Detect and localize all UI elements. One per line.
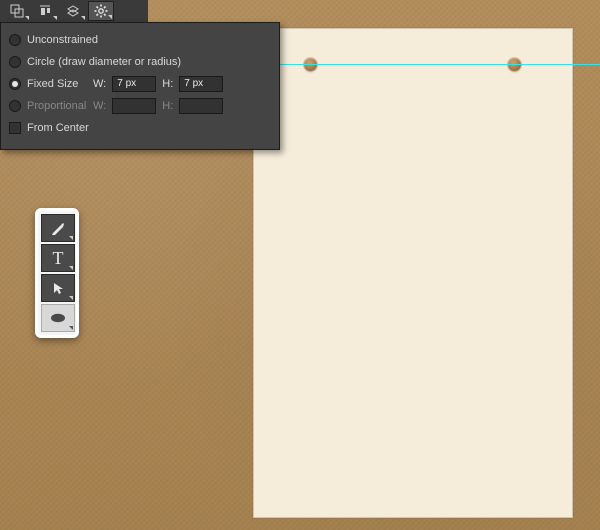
options-bar bbox=[0, 0, 148, 22]
chevron-down-icon bbox=[108, 15, 112, 19]
radio-circle[interactable] bbox=[9, 56, 21, 68]
chevron-down-icon bbox=[25, 16, 29, 20]
arrange-icon[interactable] bbox=[60, 1, 86, 21]
chevron-down-icon bbox=[69, 266, 73, 270]
label-circle: Circle (draw diameter or radius) bbox=[27, 56, 181, 68]
chevron-down-icon bbox=[81, 16, 85, 20]
radio-proportional[interactable] bbox=[9, 100, 21, 112]
chevron-down-icon bbox=[69, 326, 73, 330]
label-from-center: From Center bbox=[27, 122, 89, 134]
prop-width-input[interactable] bbox=[112, 98, 156, 114]
option-from-center[interactable]: From Center bbox=[9, 117, 271, 139]
tool-palette: T bbox=[35, 208, 79, 338]
radio-unconstrained[interactable] bbox=[9, 34, 21, 46]
option-circle[interactable]: Circle (draw diameter or radius) bbox=[9, 51, 271, 73]
path-select-tool[interactable] bbox=[41, 274, 75, 302]
type-icon: T bbox=[53, 249, 64, 267]
chevron-down-icon bbox=[69, 236, 73, 240]
shape-options-panel: Unconstrained Circle (draw diameter or r… bbox=[0, 22, 280, 150]
label-w: W: bbox=[93, 78, 106, 90]
option-proportional[interactable]: Proportional W: H: bbox=[9, 95, 271, 117]
path-ops-icon[interactable] bbox=[4, 1, 30, 21]
label-h: H: bbox=[162, 78, 173, 90]
prop-height-input[interactable] bbox=[179, 98, 223, 114]
ellipse-tool[interactable] bbox=[41, 304, 75, 332]
pen-tool[interactable] bbox=[41, 214, 75, 242]
label-unconstrained: Unconstrained bbox=[27, 34, 98, 46]
align-icon[interactable] bbox=[32, 1, 58, 21]
label-h-dim: H: bbox=[162, 100, 173, 112]
option-fixed-size[interactable]: Fixed Size W: 7 px H: 7 px bbox=[9, 73, 271, 95]
label-w-dim: W: bbox=[93, 100, 106, 112]
type-tool[interactable]: T bbox=[41, 244, 75, 272]
radio-fixed-size[interactable] bbox=[9, 78, 21, 90]
gear-icon[interactable] bbox=[88, 1, 114, 21]
checkbox-from-center[interactable] bbox=[9, 122, 21, 134]
label-fixed-size: Fixed Size bbox=[27, 78, 87, 90]
option-unconstrained[interactable]: Unconstrained bbox=[9, 29, 271, 51]
fixed-width-input[interactable]: 7 px bbox=[112, 76, 156, 92]
chevron-down-icon bbox=[69, 296, 73, 300]
chevron-down-icon bbox=[53, 16, 57, 20]
label-proportional: Proportional bbox=[27, 100, 87, 112]
paper-rectangle bbox=[253, 28, 573, 518]
fixed-height-input[interactable]: 7 px bbox=[179, 76, 223, 92]
